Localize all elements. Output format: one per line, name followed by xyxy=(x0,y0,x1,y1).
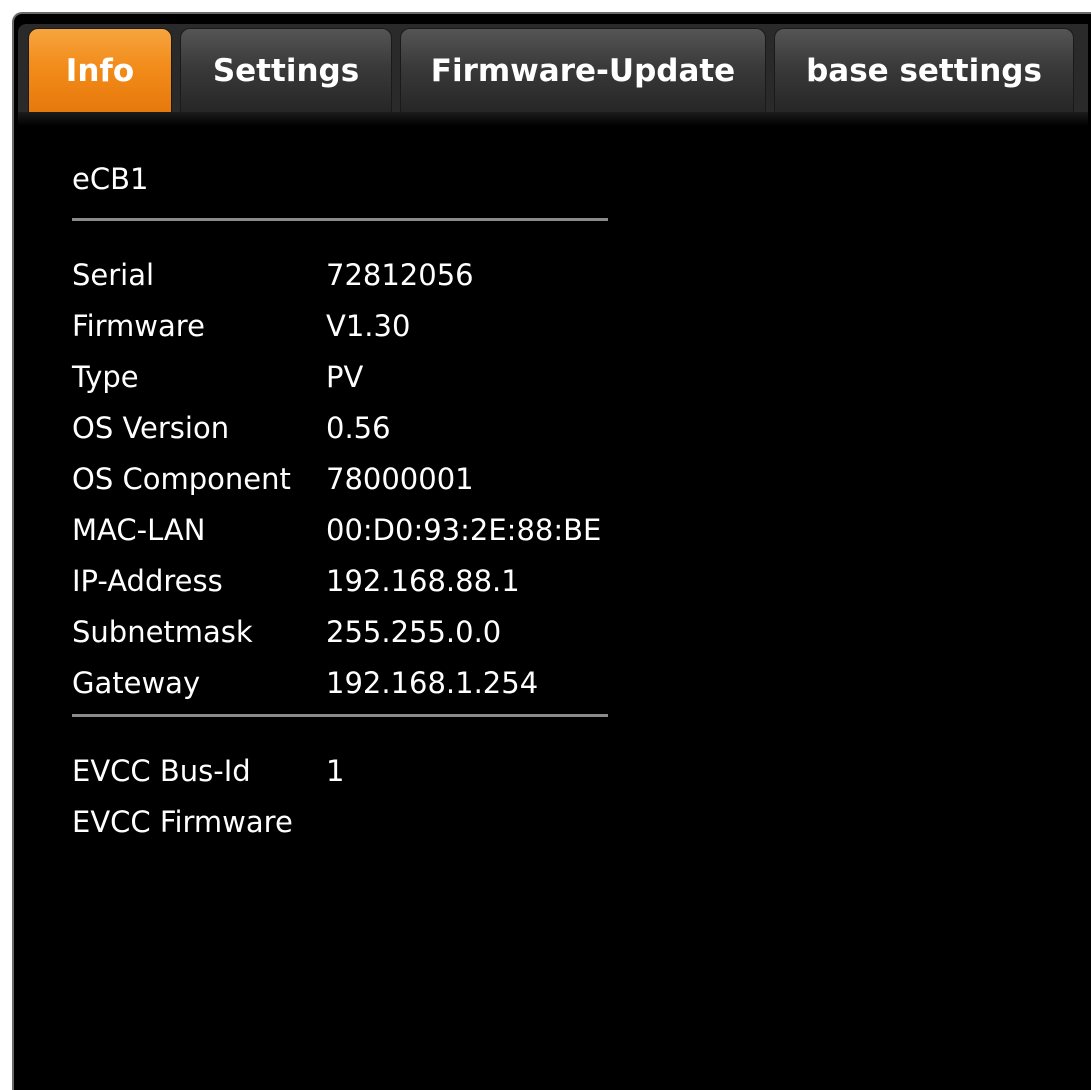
info-label: Serial xyxy=(72,258,155,292)
divider xyxy=(72,714,608,717)
info-value: 72812056 xyxy=(326,258,474,292)
tab-bar-shadow xyxy=(18,112,1088,126)
info-value: PV xyxy=(326,360,364,394)
tab-info[interactable]: Info xyxy=(28,28,172,112)
device-name: eCB1 xyxy=(72,162,149,196)
info-label: OS Component xyxy=(72,462,291,496)
info-label: Gateway xyxy=(72,666,201,700)
info-value: 192.168.1.254 xyxy=(326,666,539,700)
tab-base-settings[interactable]: base settings xyxy=(774,28,1074,112)
info-value: V1.30 xyxy=(326,309,411,343)
info-value: 255.255.0.0 xyxy=(326,615,502,649)
info-label: MAC-LAN xyxy=(72,513,206,547)
tab-firmware-update[interactable]: Firmware-Update xyxy=(400,28,766,112)
info-label: OS Version xyxy=(72,411,230,445)
divider xyxy=(72,218,608,221)
info-label: Firmware xyxy=(72,309,205,343)
info-label: EVCC Bus-Id xyxy=(72,754,251,788)
info-value: 78000001 xyxy=(326,462,474,496)
window-frame xyxy=(12,12,1091,1090)
info-value: 192.168.88.1 xyxy=(326,564,520,598)
info-value: 1 xyxy=(326,754,345,788)
info-label: Type xyxy=(72,360,139,394)
info-value: 00:D0:93:2E:88:BE xyxy=(326,513,602,547)
info-label: Subnetmask xyxy=(72,615,253,649)
tab-settings[interactable]: Settings xyxy=(180,28,392,112)
info-label: EVCC Firmware xyxy=(72,805,293,839)
info-label: IP-Address xyxy=(72,564,223,598)
info-value: 0.56 xyxy=(326,411,391,445)
